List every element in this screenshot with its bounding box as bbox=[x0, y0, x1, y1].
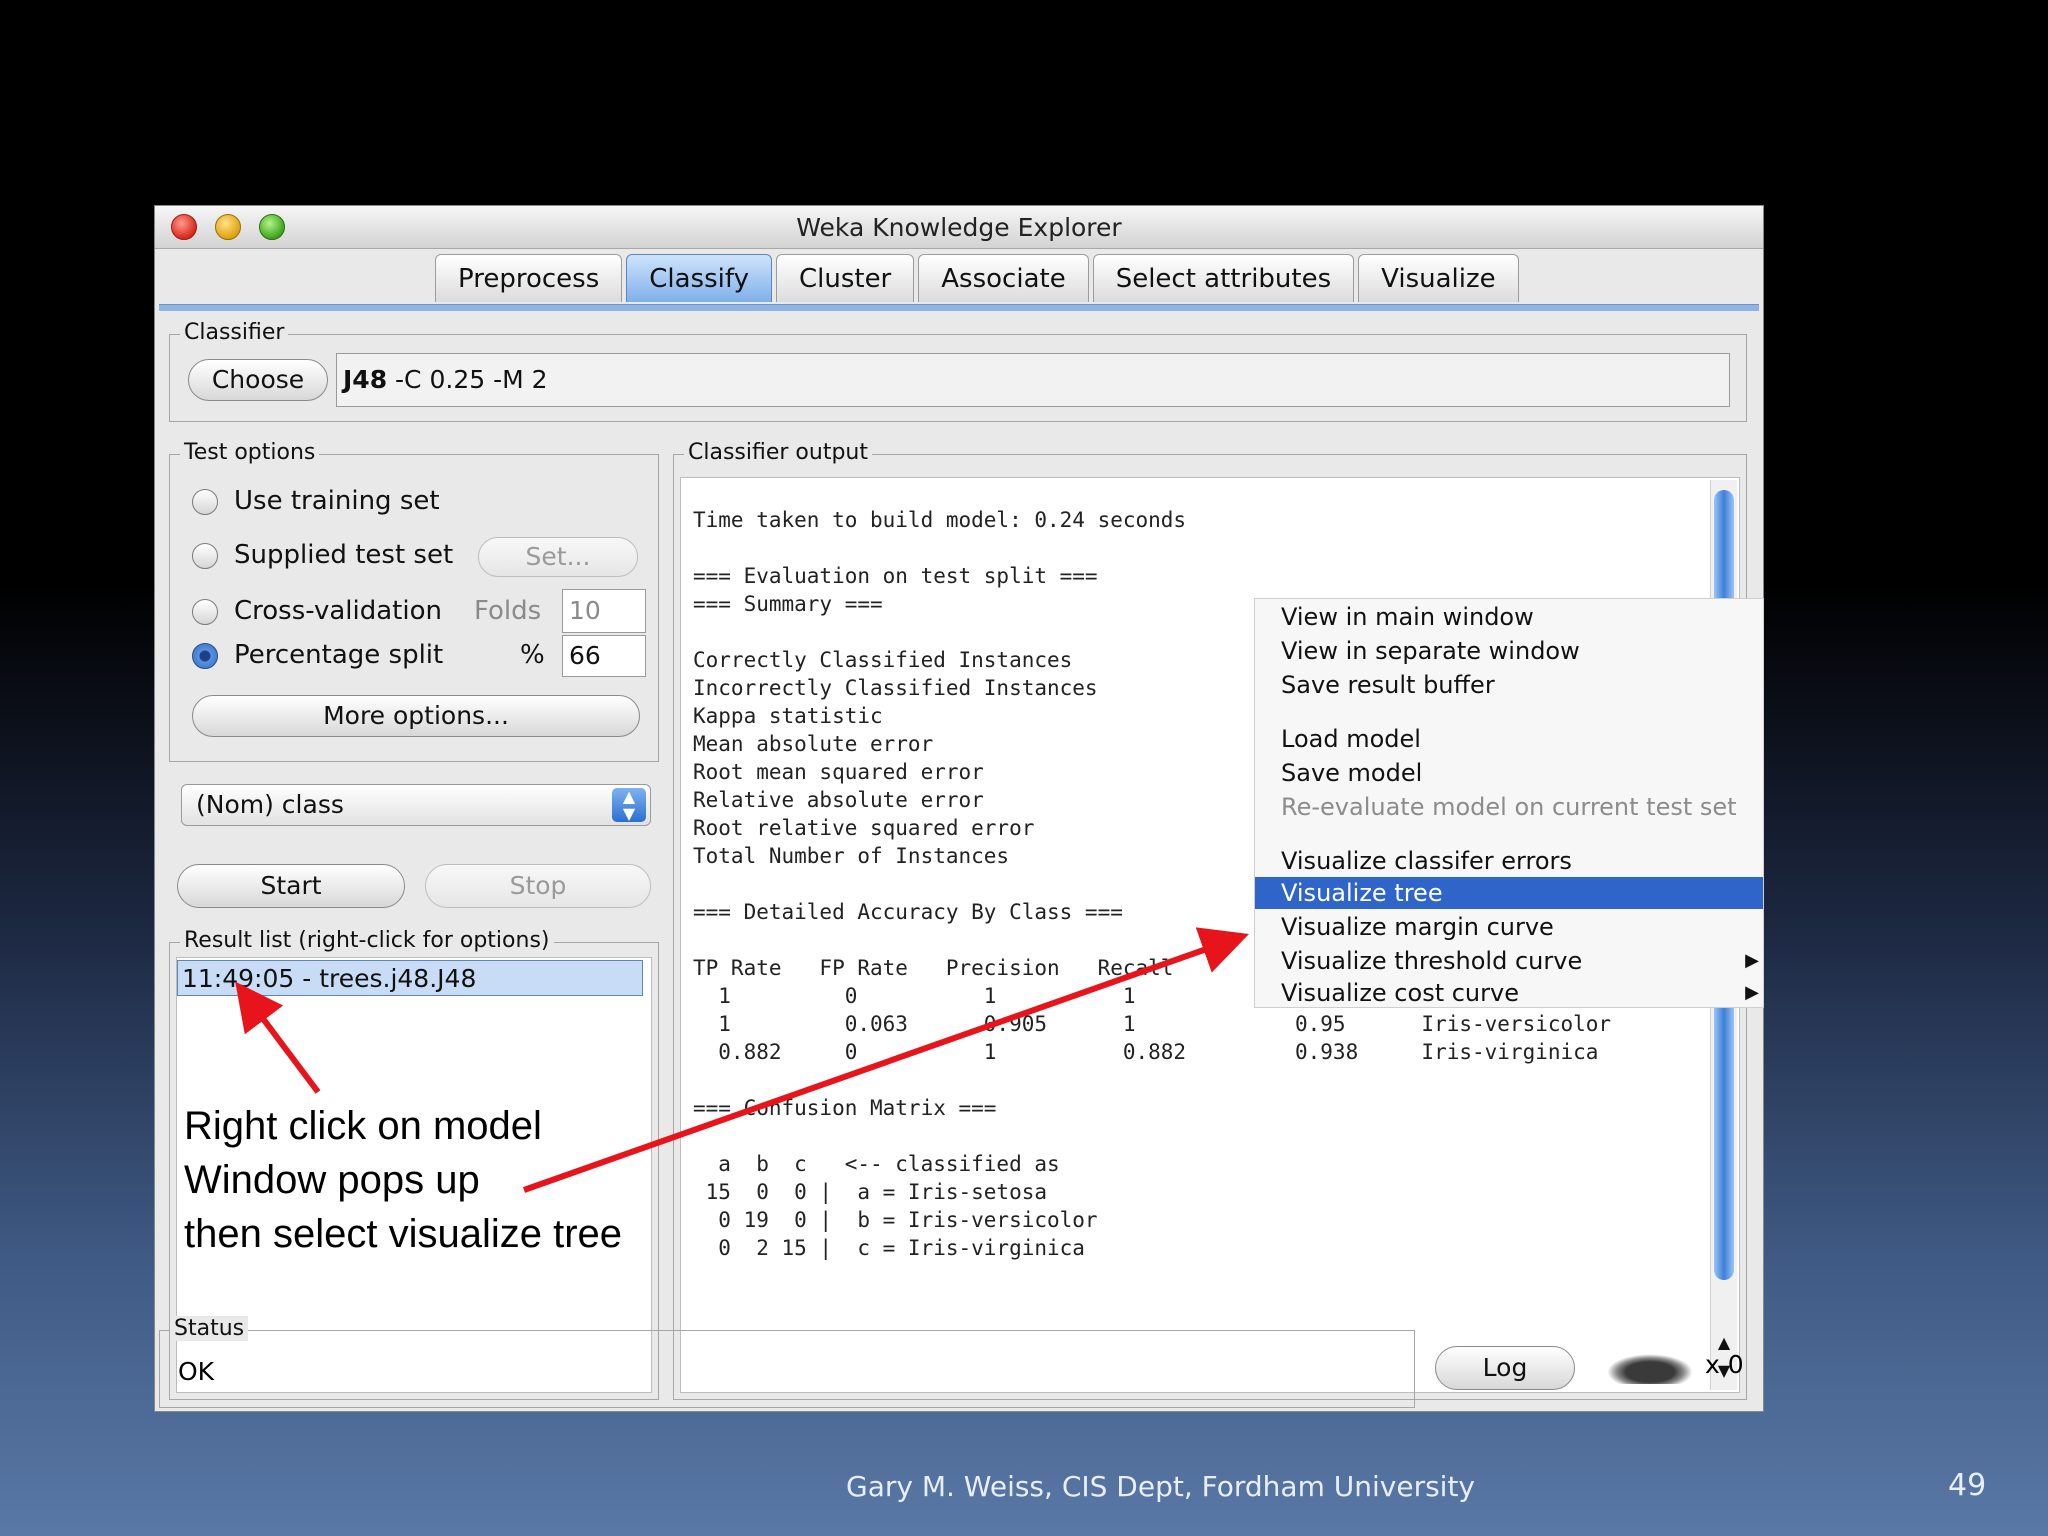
tab-visualize[interactable]: Visualize bbox=[1358, 254, 1519, 302]
result-context-menu: View in main window View in separate win… bbox=[1254, 598, 1764, 1008]
menu-save-result-buffer[interactable]: Save result buffer bbox=[1255, 669, 1763, 701]
output-accuracy-right: 0.938 Iris-virginica bbox=[1295, 1040, 1599, 1064]
output-summary-header: === Summary === bbox=[693, 592, 883, 616]
classifier-name: J48 bbox=[343, 365, 388, 394]
submenu-arrow-icon: ▶ bbox=[1745, 982, 1759, 1003]
percentage-split-label: Percentage split bbox=[234, 640, 444, 670]
test-options-group: Test options Use training set Supplied t… bbox=[169, 440, 659, 762]
tab-select-attributes[interactable]: Select attributes bbox=[1092, 254, 1355, 302]
output-accuracy-right: 0.95 Iris-versicolor bbox=[1295, 1012, 1612, 1036]
use-training-set-label: Use training set bbox=[234, 486, 440, 516]
weka-bird-icon bbox=[1607, 1354, 1693, 1384]
annotation-line: Window pops up bbox=[184, 1158, 480, 1202]
menu-reevaluate-model: Re-evaluate model on current test set bbox=[1281, 793, 1737, 821]
percent-label: % bbox=[520, 640, 545, 670]
output-stat: Correctly Classified Instances bbox=[693, 648, 1073, 672]
stop-button[interactable]: Stop bbox=[425, 864, 651, 908]
output-stat: Root mean squared error bbox=[693, 760, 984, 784]
menu-visualize-cost-curve[interactable]: Visualize cost curve ▶ bbox=[1255, 977, 1763, 1009]
percentage-split-radio[interactable] bbox=[192, 643, 218, 669]
output-confusion-header: === Confusion Matrix === bbox=[693, 1096, 997, 1120]
status-label: Status bbox=[170, 1316, 249, 1341]
menu-save-model[interactable]: Save model bbox=[1255, 757, 1763, 789]
select-arrows-icon: ▲ ▼ bbox=[612, 788, 646, 822]
menu-visualize-threshold-curve[interactable]: Visualize threshold curve ▶ bbox=[1255, 945, 1763, 977]
output-confusion-row: a b c <-- classified as bbox=[693, 1152, 1060, 1176]
page-number: 49 bbox=[1948, 1468, 1987, 1503]
folds-label: Folds bbox=[474, 596, 542, 626]
set-button[interactable]: Set... bbox=[478, 537, 638, 577]
annotation-line: then select visualize tree bbox=[184, 1212, 623, 1256]
output-stat: Kappa statistic bbox=[693, 704, 883, 728]
test-options-label: Test options bbox=[180, 440, 320, 465]
output-stat: Mean absolute error bbox=[693, 732, 934, 756]
classifier-args: -C 0.25 -M 2 bbox=[387, 365, 548, 394]
class-select-value: (Nom) class bbox=[196, 790, 344, 819]
menu-visualize-errors[interactable]: Visualize classifer errors bbox=[1255, 845, 1763, 877]
tab-underline bbox=[159, 304, 1759, 311]
result-list-label: Result list (right-click for options) bbox=[180, 928, 554, 953]
output-eval-header: === Evaluation on test split === bbox=[693, 564, 1098, 588]
tab-bar: Preprocess Classify Cluster Associate Se… bbox=[435, 254, 1523, 304]
output-confusion-row: 15 0 0 | a = Iris-setosa bbox=[693, 1180, 1048, 1204]
status-value: OK bbox=[178, 1357, 215, 1386]
start-button[interactable]: Start bbox=[177, 864, 405, 908]
cross-validation-radio[interactable] bbox=[192, 599, 218, 625]
output-stat: Relative absolute error bbox=[693, 788, 984, 812]
classifier-group-label: Classifier bbox=[180, 320, 289, 345]
output-confusion-row: 0 19 0 | b = Iris-versicolor bbox=[693, 1208, 1098, 1232]
output-accuracy-row: 1 0.063 0.905 1 bbox=[693, 1012, 1136, 1036]
more-options-button[interactable]: More options... bbox=[192, 695, 640, 737]
output-stat: Total Number of Instances bbox=[693, 844, 1010, 868]
supplied-test-set-label: Supplied test set bbox=[234, 540, 454, 570]
menu-visualize-tree[interactable]: Visualize tree bbox=[1255, 877, 1763, 909]
use-training-set-radio[interactable] bbox=[192, 489, 218, 515]
output-time: Time taken to build model: 0.24 seconds bbox=[693, 508, 1187, 532]
result-list-item[interactable]: 11:49:05 - trees.j48.J48 bbox=[177, 960, 643, 996]
folds-field[interactable]: 10 bbox=[562, 589, 646, 633]
tab-classify[interactable]: Classify bbox=[626, 254, 772, 302]
annotation-line: Right click on model bbox=[184, 1104, 542, 1148]
classifier-group: Classifier Choose J48 -C 0.25 -M 2 bbox=[169, 320, 1747, 422]
percentage-field[interactable]: 66 bbox=[562, 635, 646, 677]
menu-visualize-threshold-curve-label: Visualize threshold curve bbox=[1281, 947, 1583, 975]
output-accuracy-header: TP Rate FP Rate Precision Recall bbox=[693, 956, 1174, 980]
status-group: Status OK bbox=[159, 1316, 1415, 1408]
output-accuracy-row: 1 0 1 1 bbox=[693, 984, 1136, 1008]
choose-button[interactable]: Choose bbox=[188, 359, 328, 401]
task-count: x 0 bbox=[1705, 1350, 1744, 1379]
submenu-arrow-icon: ▶ bbox=[1745, 950, 1759, 971]
menu-load-model[interactable]: Load model bbox=[1255, 723, 1763, 755]
class-select[interactable]: (Nom) class ▲ ▼ bbox=[181, 784, 651, 826]
tab-preprocess[interactable]: Preprocess bbox=[435, 254, 623, 302]
window-title: Weka Knowledge Explorer bbox=[796, 213, 1122, 242]
output-accuracy-row: 0.882 0 1 0.882 bbox=[693, 1040, 1187, 1064]
classifier-config-field[interactable]: J48 -C 0.25 -M 2 bbox=[336, 353, 1730, 407]
output-detail-header: === Detailed Accuracy By Class === bbox=[693, 900, 1123, 924]
footer-credit: Gary M. Weiss, CIS Dept, Fordham Univers… bbox=[846, 1470, 1476, 1503]
menu-view-separate-window[interactable]: View in separate window bbox=[1255, 635, 1763, 667]
log-button[interactable]: Log bbox=[1435, 1346, 1575, 1390]
menu-view-main-window[interactable]: View in main window bbox=[1255, 601, 1763, 633]
output-stat: Root relative squared error bbox=[693, 816, 1035, 840]
menu-visualize-margin-curve[interactable]: Visualize margin curve bbox=[1255, 911, 1763, 943]
menu-visualize-cost-curve-label: Visualize cost curve bbox=[1281, 979, 1519, 1007]
classifier-output-label: Classifier output bbox=[684, 440, 872, 465]
output-stat: Incorrectly Classified Instances bbox=[693, 676, 1098, 700]
cross-validation-label: Cross-validation bbox=[234, 596, 442, 626]
tab-cluster[interactable]: Cluster bbox=[775, 254, 915, 302]
tab-associate[interactable]: Associate bbox=[918, 254, 1089, 302]
supplied-test-set-radio[interactable] bbox=[192, 543, 218, 569]
title-bar: Weka Knowledge Explorer bbox=[155, 206, 1763, 249]
output-confusion-row: 0 2 15 | c = Iris-virginica bbox=[693, 1236, 1085, 1260]
